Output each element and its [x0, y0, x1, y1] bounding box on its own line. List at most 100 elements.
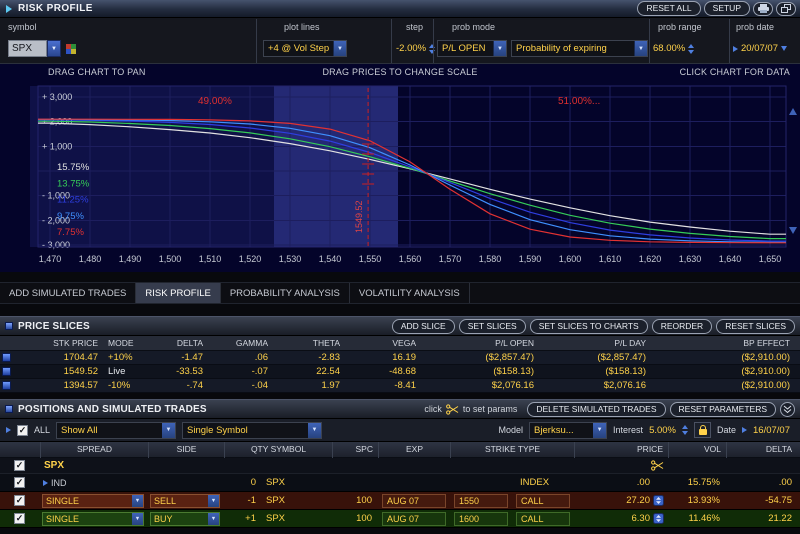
- step-stepper[interactable]: -2.00%: [396, 40, 435, 57]
- svg-text:1549.52: 1549.52: [354, 200, 364, 233]
- exp-dropdown[interactable]: AUG 07: [382, 512, 446, 526]
- symbol-mode-dropdown[interactable]: Single Symbol ▼: [182, 422, 322, 439]
- hint-post: to set params: [463, 404, 518, 414]
- svg-text:1,540: 1,540: [319, 254, 342, 264]
- reset-all-button[interactable]: RESET ALL: [637, 1, 700, 16]
- theta-value: 1.97: [274, 380, 346, 391]
- set-slices-button[interactable]: SET SLICES: [459, 319, 526, 334]
- slice-handle-icon[interactable]: [2, 381, 11, 390]
- plot-lines-dropdown[interactable]: +4 @ Vol Step ▼: [263, 40, 347, 57]
- stk-price-value[interactable]: 1704.47: [14, 352, 104, 363]
- plot-lines-label: plot lines: [284, 22, 320, 32]
- svg-text:1,590: 1,590: [519, 254, 542, 264]
- tab-volatility-analysis[interactable]: VOLATILITY ANALYSIS: [350, 283, 470, 303]
- svg-text:9.75%: 9.75%: [57, 211, 84, 222]
- prob-date-control[interactable]: 20/07/07: [733, 40, 787, 57]
- col-price: PRICE: [574, 442, 668, 458]
- row-checkbox[interactable]: ✓: [14, 495, 25, 506]
- prob-range-spinner[interactable]: [688, 44, 694, 54]
- strike-dropdown[interactable]: 1600: [454, 512, 508, 526]
- price-link-icon[interactable]: [653, 513, 664, 524]
- theta-value: -2.83: [274, 352, 346, 363]
- price-link-icon[interactable]: [653, 495, 664, 506]
- detach-button[interactable]: [776, 2, 796, 16]
- exp-dropdown[interactable]: AUG 07: [382, 494, 446, 508]
- collapse-section-button[interactable]: [780, 402, 795, 417]
- group-symbol[interactable]: SPX: [40, 460, 148, 471]
- group-scissors-button[interactable]: [651, 460, 668, 471]
- slice-handle-icon[interactable]: [2, 367, 11, 376]
- row-checkbox[interactable]: ✓: [14, 477, 25, 488]
- group-checkbox[interactable]: ✓: [14, 460, 25, 471]
- delete-simulated-trades-button[interactable]: DELETE SIMULATED TRADES: [527, 402, 665, 417]
- type-dropdown[interactable]: CALL: [516, 512, 570, 526]
- slice-handle-icon[interactable]: [2, 353, 11, 362]
- reset-parameters-button[interactable]: RESET PARAMETERS: [670, 402, 776, 417]
- price-value[interactable]: 6.30: [632, 513, 651, 524]
- symbol-dropdown-button[interactable]: ▼: [47, 40, 61, 57]
- svg-text:1,550: 1,550: [359, 254, 382, 264]
- print-button[interactable]: [753, 2, 773, 16]
- expand-arrow-icon[interactable]: [43, 480, 48, 486]
- setup-button[interactable]: SETUP: [704, 1, 750, 16]
- hint-click-data: CLICK CHART FOR DATA: [680, 67, 790, 77]
- svg-text:1,570: 1,570: [439, 254, 462, 264]
- price-slices-title: PRICE SLICES: [18, 321, 90, 332]
- prob-mode-dropdown[interactable]: Probability of expiring ▼: [511, 40, 648, 57]
- spc-value: 100: [332, 513, 378, 524]
- add-slice-button[interactable]: ADD SLICE: [392, 319, 455, 334]
- all-checkbox[interactable]: ✓: [17, 425, 28, 436]
- tab-add-simulated-trades[interactable]: ADD SIMULATED TRADES: [0, 283, 136, 303]
- tab-probability-analysis[interactable]: PROBABILITY ANALYSIS: [221, 283, 350, 303]
- checkmark-icon: ✓: [16, 461, 24, 470]
- interest-value[interactable]: 5.00%: [649, 425, 676, 436]
- spread-dropdown[interactable]: SINGLE ▼: [42, 512, 144, 526]
- svg-text:1,500: 1,500: [159, 254, 182, 264]
- instrument-label: IND: [51, 478, 67, 488]
- arrow-right-icon[interactable]: [742, 427, 747, 433]
- type-dropdown[interactable]: CALL: [516, 494, 570, 508]
- title-bar: RISK PROFILE RESET ALL SETUP: [0, 0, 800, 18]
- side-dropdown[interactable]: SELL ▼: [150, 494, 220, 508]
- row-checkbox[interactable]: ✓: [14, 513, 25, 524]
- strike-dropdown[interactable]: 1550: [454, 494, 508, 508]
- plot-content-dropdown[interactable]: P/L OPEN ▼: [437, 40, 507, 57]
- symbol-input[interactable]: SPX: [8, 40, 47, 57]
- mode-value[interactable]: Live: [104, 366, 154, 377]
- col-side: SIDE: [148, 442, 224, 458]
- price-value[interactable]: 27.20: [626, 495, 650, 506]
- symbol-group-row: ✓ SPX: [0, 458, 800, 474]
- pl-day-value: ($2,857.47): [540, 352, 652, 363]
- symbol-palette-icon[interactable]: [66, 44, 76, 54]
- prob-mode-label: prob mode: [452, 22, 495, 32]
- expand-arrow-icon[interactable]: [6, 427, 11, 433]
- reset-slices-button[interactable]: RESET SLICES: [716, 319, 795, 334]
- svg-text:1,620: 1,620: [639, 254, 662, 264]
- pl-open-value: ($158.13): [422, 366, 540, 377]
- mode-value[interactable]: +10%: [104, 352, 154, 363]
- set-slices-to-charts-button[interactable]: SET SLICES TO CHARTS: [530, 319, 648, 334]
- reorder-button[interactable]: REORDER: [652, 319, 713, 334]
- arrow-right-icon[interactable]: [733, 46, 738, 52]
- qty-value[interactable]: +1: [224, 513, 262, 524]
- qty-value[interactable]: -1: [224, 495, 262, 506]
- model-dropdown[interactable]: Bjerksu... ▼: [529, 422, 607, 439]
- interest-spinner[interactable]: [682, 425, 688, 435]
- risk-profile-icon: [6, 5, 12, 13]
- prob-range-stepper[interactable]: 68.00%: [653, 40, 694, 57]
- mode-value[interactable]: -10%: [104, 380, 154, 391]
- show-all-dropdown[interactable]: Show All ▼: [56, 422, 176, 439]
- chevron-down-icon[interactable]: [781, 46, 787, 51]
- panel-title: RISK PROFILE: [18, 3, 93, 14]
- tab-risk-profile[interactable]: RISK PROFILE: [136, 283, 220, 303]
- checkmark-icon: ✓: [16, 478, 24, 487]
- price-slices-actions: ADD SLICE SET SLICES SET SLICES TO CHART…: [392, 319, 795, 334]
- date-value[interactable]: 16/07/07: [753, 425, 790, 436]
- stk-price-value[interactable]: 1549.52: [14, 366, 104, 377]
- stk-price-value[interactable]: 1394.57: [14, 380, 104, 391]
- side-dropdown[interactable]: BUY ▼: [150, 512, 220, 526]
- spread-dropdown[interactable]: SINGLE ▼: [42, 494, 144, 508]
- risk-chart-svg[interactable]: 1,4701,4801,4901,5001,5101,5201,5301,540…: [0, 80, 800, 272]
- risk-chart[interactable]: DRAG CHART TO PAN DRAG PRICES TO CHANGE …: [0, 64, 800, 272]
- interest-lock-button[interactable]: [694, 422, 711, 438]
